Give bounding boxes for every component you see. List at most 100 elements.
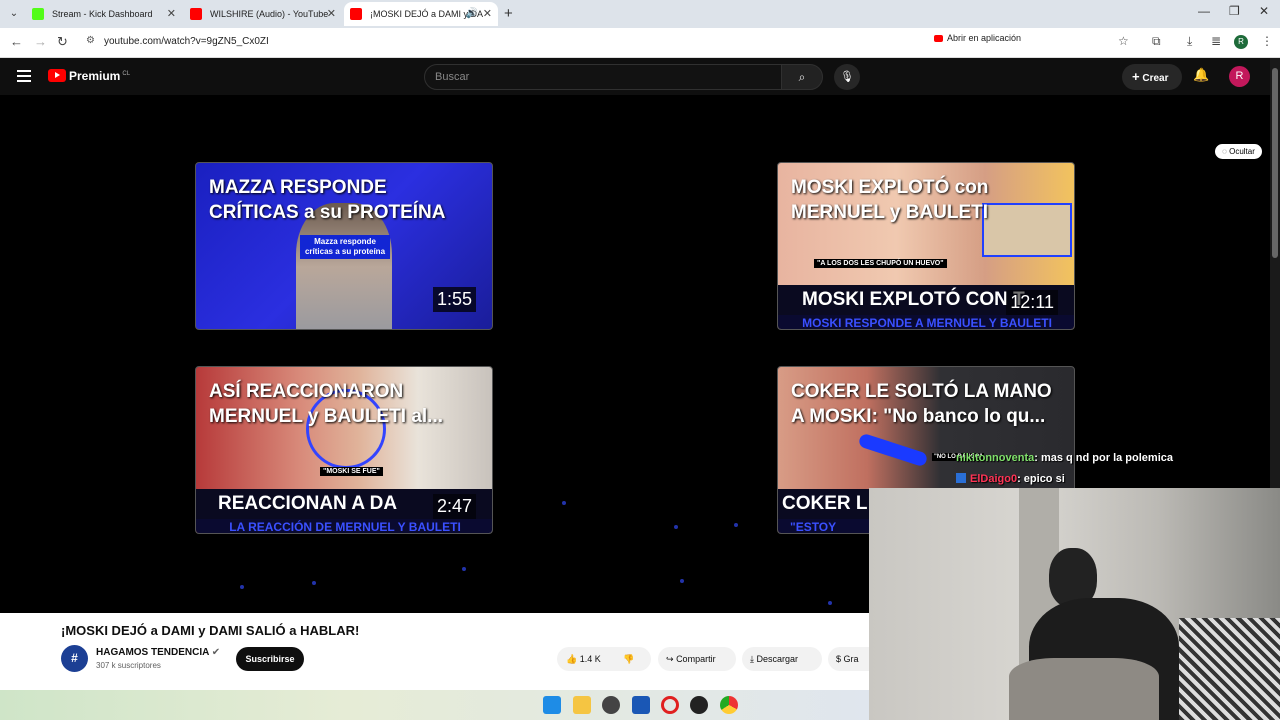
webcam-blanket (1009, 658, 1159, 720)
like-button[interactable]: 👍 1.4 K (566, 647, 601, 671)
card-duration: 2:47 (432, 494, 476, 519)
thumbnail-caption: "A LOS DOS LES CHUPÓ UN HUEVO" (814, 259, 947, 268)
create-label: Crear (1142, 73, 1169, 84)
webcam-bedsheet (1179, 618, 1280, 720)
downloads-icon[interactable]: ⤓ (1187, 34, 1192, 49)
particle (674, 525, 678, 529)
end-screen-video-card[interactable]: "MOSKI SE FUE" ASÍ REACCIONARON MERNUEL … (195, 366, 493, 534)
channel-name[interactable]: HAGAMOS TENDENCIA ✔ (96, 647, 220, 658)
end-screen-video-card[interactable]: Mazza responde críticas a su proteína MA… (195, 162, 493, 330)
opera-icon[interactable] (661, 696, 679, 714)
chrome-icon[interactable] (720, 696, 738, 714)
close-window-icon[interactable]: ✕ (1259, 4, 1269, 18)
account-avatar[interactable]: R (1229, 66, 1250, 87)
tab-search-chevron-icon[interactable]: ⌄ (4, 4, 24, 24)
forward-icon[interactable]: → (34, 34, 47, 49)
thanks-button[interactable]: $ Gra (828, 647, 872, 671)
card-duration: 12:11 (1006, 290, 1058, 315)
back-icon[interactable]: ← (10, 34, 23, 49)
youtube-favicon-icon (350, 8, 362, 20)
download-button[interactable]: ⤓ Descargar (742, 647, 822, 671)
open-in-app-label: Abrir en aplicación (947, 33, 1022, 43)
voice-search-button[interactable]: 🎙 (834, 64, 860, 90)
browser-tabstrip: ⌄ Stream - Kick Dashboard ✕ WILSHIRE (Au… (0, 0, 1280, 28)
tab-kick-dashboard[interactable]: Stream - Kick Dashboard ✕ (26, 2, 182, 26)
card-title: MAZZA RESPONDE CRÍTICAS a su PROTEÍNA (209, 177, 446, 223)
reload-icon[interactable]: ↻ (57, 34, 68, 50)
download-label: Descargar (756, 654, 799, 664)
open-in-app-button[interactable]: Abrir en aplicación (934, 33, 1021, 43)
video-info-panel: ¡MOSKI DEJÓ a DAMI y DAMI SALIÓ a HABLAR… (0, 613, 872, 690)
share-label: Compartir (676, 654, 716, 664)
restore-icon[interactable]: ❐ (1229, 4, 1240, 18)
reading-list-icon[interactable]: ≣ (1211, 34, 1221, 48)
guide-menu-icon[interactable] (17, 70, 31, 82)
page-scrollbar[interactable] (1270, 58, 1280, 488)
windows-taskbar (0, 690, 870, 720)
tab-title: Stream - Kick Dashboard (52, 9, 153, 19)
tab-moski-video[interactable]: ¡MOSKI DEJÓ a DAMI y DA 🔊 ✕ (344, 2, 498, 26)
tab-wilshire-youtube[interactable]: WILSHIRE (Audio) - YouTube ✕ (184, 2, 342, 26)
channel-avatar[interactable]: # (61, 645, 88, 672)
video-title: ¡MOSKI DEJÓ a DAMI y DAMI SALIÓ a HABLAR… (61, 623, 360, 638)
close-tab-icon[interactable]: ✕ (167, 2, 176, 26)
end-screen-video-card[interactable]: "A LOS DOS LES CHUPÓ UN HUEVO" MOSKI EXP… (777, 162, 1075, 330)
new-tab-icon[interactable]: + (504, 4, 513, 24)
thumbnail-caption: Mazza responde críticas a su proteína (300, 235, 390, 259)
thumbnail-arrow (857, 432, 929, 468)
windows-start-icon[interactable] (543, 696, 561, 714)
app-icon[interactable] (602, 696, 620, 714)
close-tab-icon[interactable]: ✕ (483, 2, 492, 26)
chat-badge-icon (956, 473, 966, 483)
app-icon[interactable] (632, 696, 650, 714)
card-title: COKER LE SOLTÓ LA MANO A MOSKI: "No banc… (791, 381, 1052, 427)
like-count: 1.4 K (579, 654, 601, 664)
microphone-icon: 🎙 (840, 71, 854, 83)
subscriber-count: 307 k suscriptores (96, 661, 161, 670)
chat-text: : mas q nd por la polemica (1034, 452, 1173, 464)
kick-favicon-icon (32, 8, 44, 20)
hide-label: Ocultar (1229, 147, 1255, 156)
share-button[interactable]: ↪ Compartir (658, 647, 736, 671)
chat-message: nikitonnoventa: mas q nd por la polemica (956, 452, 1173, 464)
hide-end-screen-button[interactable]: ◌ Ocultar (1215, 144, 1262, 159)
close-tab-icon[interactable]: ✕ (327, 2, 336, 26)
speaker-icon[interactable]: 🔊 (466, 2, 478, 26)
tab-title: WILSHIRE (Audio) - YouTube (210, 9, 329, 19)
url-text[interactable]: youtube.com/watch?v=9gZN5_Cx0ZI (104, 36, 269, 47)
logo-text: Premium (69, 69, 121, 83)
browser-menu-icon[interactable]: ⋮ (1261, 34, 1273, 48)
search-button[interactable]: ⌕ (781, 64, 823, 90)
bookmark-star-icon[interactable]: ☆ (1118, 34, 1129, 48)
site-info-icon[interactable]: ⚙ (86, 35, 95, 46)
verified-badge-icon: ✔ (211, 647, 221, 658)
search-icon: ⌕ (798, 70, 806, 84)
download-icon: ⤓ (750, 654, 754, 664)
logo-region: CL (122, 71, 131, 77)
thumbs-down-icon: 👎 (623, 654, 635, 664)
like-dislike-group: 👍 1.4 K 👎 (557, 647, 651, 671)
browser-profile-avatar[interactable]: R (1234, 35, 1248, 49)
share-icon: ↪ (666, 654, 674, 664)
scrollbar-thumb[interactable] (1272, 68, 1278, 258)
youtube-premium-logo[interactable]: Premium CL (48, 69, 130, 83)
card-duration: 1:55 (432, 287, 476, 312)
obs-icon[interactable] (690, 696, 708, 714)
search-input[interactable] (435, 71, 755, 83)
notifications-bell-icon[interactable]: 🔔 (1193, 67, 1209, 83)
chat-username: ElDaigo0 (970, 473, 1018, 485)
minimize-icon[interactable]: — (1198, 4, 1210, 18)
thanks-label: Gra (843, 654, 859, 664)
dislike-button[interactable]: 👎 (623, 647, 634, 671)
webcam-overlay (869, 488, 1280, 720)
chat-username: nikitonnoventa (956, 452, 1035, 464)
create-button[interactable]: + Crear (1122, 64, 1182, 90)
file-explorer-icon[interactable] (573, 696, 591, 714)
youtube-favicon-icon (190, 8, 202, 20)
particle (680, 579, 684, 583)
eye-off-icon: ◌ (1222, 147, 1227, 156)
youtube-header: PremiumCL ⌕ 🎙 + Crear 🔔 R (0, 58, 1270, 95)
extensions-icon[interactable]: ⧉ (1152, 34, 1161, 49)
subscribe-button[interactable]: Suscribirse (236, 647, 304, 671)
particle (734, 523, 738, 527)
